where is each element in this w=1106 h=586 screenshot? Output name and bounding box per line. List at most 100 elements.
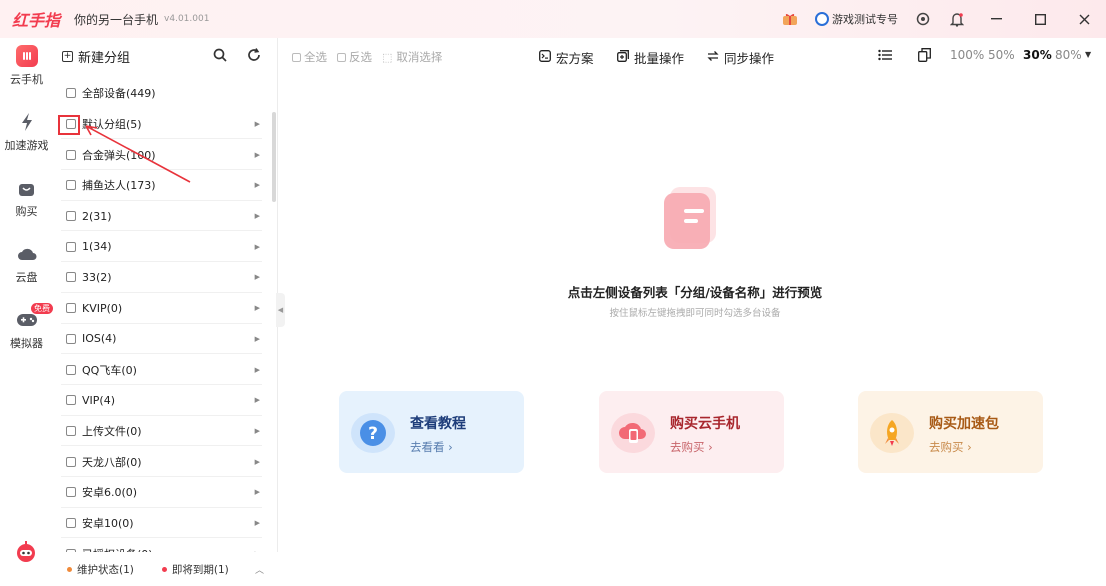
account-button[interactable]: 游戏测试专号 xyxy=(815,11,898,27)
group-row[interactable]: 安卓10(0) ▶ xyxy=(53,508,278,539)
group-checkbox[interactable] xyxy=(66,364,76,375)
batch-label: 批量操作 xyxy=(634,51,685,66)
group-row[interactable]: IOS(4) ▶ xyxy=(53,324,278,355)
gift-icon[interactable] xyxy=(773,0,807,38)
cancel-select-button[interactable]: ⬚ 取消选择 xyxy=(382,49,442,65)
checkbox xyxy=(337,52,346,62)
group-label: 33(2) xyxy=(82,270,112,284)
group-checkbox[interactable] xyxy=(66,517,76,528)
group-checkbox[interactable] xyxy=(66,425,76,436)
chevron-up-icon[interactable]: ︿ xyxy=(255,563,264,576)
rail-item-emulator[interactable]: 免费 模拟器 xyxy=(0,303,53,351)
scrollbar[interactable] xyxy=(272,112,276,202)
close-button[interactable] xyxy=(1062,0,1106,38)
minimize-button[interactable] xyxy=(974,0,1018,38)
group-row[interactable]: QQ飞车(0) ▶ xyxy=(53,354,278,385)
expand-arrow-icon[interactable]: ▶ xyxy=(255,335,260,343)
group-row[interactable]: VIP(4) ▶ xyxy=(53,385,278,416)
cloud-phone-icon xyxy=(611,413,655,453)
copy-window-icon[interactable] xyxy=(918,48,932,65)
group-row[interactable]: KVIP(0) ▶ xyxy=(53,293,278,324)
expand-arrow-icon[interactable]: ▶ xyxy=(255,273,260,281)
expand-arrow-icon[interactable]: ▶ xyxy=(255,212,260,220)
status-dot xyxy=(161,566,167,572)
card-link[interactable]: 去购买 › xyxy=(670,439,713,455)
expand-arrow-icon[interactable]: ▶ xyxy=(255,120,260,128)
empty-state-title: 点击左侧设备列表「分组/设备名称」进行预览 xyxy=(567,285,823,300)
group-row[interactable]: 安卓6.0(0) ▶ xyxy=(53,477,278,508)
buy-accelerate-card[interactable]: 购买加速包 去购买 › xyxy=(858,391,1043,473)
group-checkbox[interactable] xyxy=(66,303,76,314)
rail-label: 模拟器 xyxy=(10,337,43,350)
rail-label: 云手机 xyxy=(10,73,43,86)
zoom-80[interactable]: 80% xyxy=(1055,48,1082,62)
maximize-button[interactable] xyxy=(1018,0,1062,38)
group-checkbox[interactable] xyxy=(66,333,76,344)
group-checkbox[interactable] xyxy=(66,180,76,191)
invert-select-button[interactable]: 反选 xyxy=(337,49,372,65)
group-row[interactable]: 上传文件(0) ▶ xyxy=(53,416,278,447)
expiring-status[interactable]: 即将到期(1) xyxy=(172,562,229,577)
group-checkbox[interactable] xyxy=(66,272,76,283)
expand-arrow-icon[interactable]: ▶ xyxy=(255,304,260,312)
zoom-dropdown-icon[interactable]: ▼ xyxy=(1085,50,1091,59)
batch-button[interactable]: 批量操作 xyxy=(617,48,684,67)
macro-button[interactable]: 宏方案 xyxy=(539,48,594,67)
rail-item-buy[interactable]: 购买 xyxy=(0,177,53,219)
sync-button[interactable]: 同步操作 xyxy=(707,48,774,67)
group-row[interactable]: 1(34) ▶ xyxy=(53,231,278,263)
expand-arrow-icon[interactable]: ▶ xyxy=(255,243,260,251)
zoom-50[interactable]: 50% xyxy=(988,48,1015,62)
card-link[interactable]: 去看看 › xyxy=(410,439,453,455)
group-checkbox[interactable] xyxy=(66,487,76,498)
expand-arrow-icon[interactable]: ▶ xyxy=(255,151,260,159)
avatar xyxy=(815,12,829,26)
zoom-100[interactable]: 100% xyxy=(950,48,984,62)
group-row[interactable]: 33(2) ▶ xyxy=(53,262,278,293)
group-row[interactable]: 天龙八部(0) ▶ xyxy=(53,446,278,477)
expand-arrow-icon[interactable]: ▶ xyxy=(255,366,260,374)
list-view-icon[interactable] xyxy=(878,49,892,64)
group-checkbox[interactable] xyxy=(66,88,76,99)
group-checkbox[interactable] xyxy=(66,211,76,222)
expand-arrow-icon[interactable]: ▶ xyxy=(255,488,260,496)
expand-arrow-icon[interactable]: ▶ xyxy=(255,458,260,466)
group-row[interactable]: 已授权设备(0)▶ xyxy=(53,538,278,553)
search-icon[interactable] xyxy=(213,48,227,66)
buy-cloud-phone-card[interactable]: 购买云手机 去购买 › xyxy=(599,391,784,473)
card-title: 购买云手机 xyxy=(670,416,740,432)
select-all-button[interactable]: 全选 xyxy=(292,49,327,65)
expand-arrow-icon[interactable]: ▶ xyxy=(255,427,260,435)
refresh-icon[interactable] xyxy=(247,48,261,66)
group-label: 1(34) xyxy=(82,240,112,254)
tutorial-card[interactable]: ? 查看教程 去看看 › xyxy=(339,391,524,473)
group-row[interactable]: 2(31) ▶ xyxy=(53,201,278,232)
new-group-button[interactable]: + 新建分组 xyxy=(62,47,130,66)
annotation-box xyxy=(58,115,80,135)
settings-icon[interactable] xyxy=(906,0,940,38)
checkbox xyxy=(292,52,301,62)
group-checkbox[interactable] xyxy=(66,395,76,406)
group-row[interactable]: 全部设备(449) xyxy=(53,78,278,109)
group-checkbox[interactable] xyxy=(66,241,76,252)
collapse-panel-handle[interactable]: ◀ xyxy=(276,293,285,327)
rail-item-accelerate[interactable]: 加速游戏 xyxy=(0,111,53,153)
expand-arrow-icon[interactable]: ▶ xyxy=(255,519,260,527)
zoom-30[interactable]: 30% xyxy=(1023,48,1052,62)
panel-header: + 新建分组 xyxy=(53,38,277,74)
select-all-label: 全选 xyxy=(304,50,327,64)
cloud-icon xyxy=(16,243,38,265)
plus-icon: + xyxy=(62,50,73,62)
bell-icon[interactable] xyxy=(940,0,974,38)
group-checkbox[interactable] xyxy=(66,149,76,160)
rail-item-cloud-phone[interactable]: 云手机 xyxy=(0,45,53,87)
rail-item-cloud-drive[interactable]: 云盘 xyxy=(0,243,53,285)
sync-label: 同步操作 xyxy=(724,51,775,66)
maintenance-status[interactable]: 维护状态(1) xyxy=(77,562,134,577)
group-checkbox[interactable] xyxy=(66,456,76,467)
left-rail: 云手机 加速游戏 购买 云盘 免费 模拟器 xyxy=(0,38,53,586)
expand-arrow-icon[interactable]: ▶ xyxy=(255,396,260,404)
card-link[interactable]: 去购买 › xyxy=(929,439,972,455)
expand-arrow-icon[interactable]: ▶ xyxy=(255,181,260,189)
robot-icon[interactable] xyxy=(14,540,38,567)
